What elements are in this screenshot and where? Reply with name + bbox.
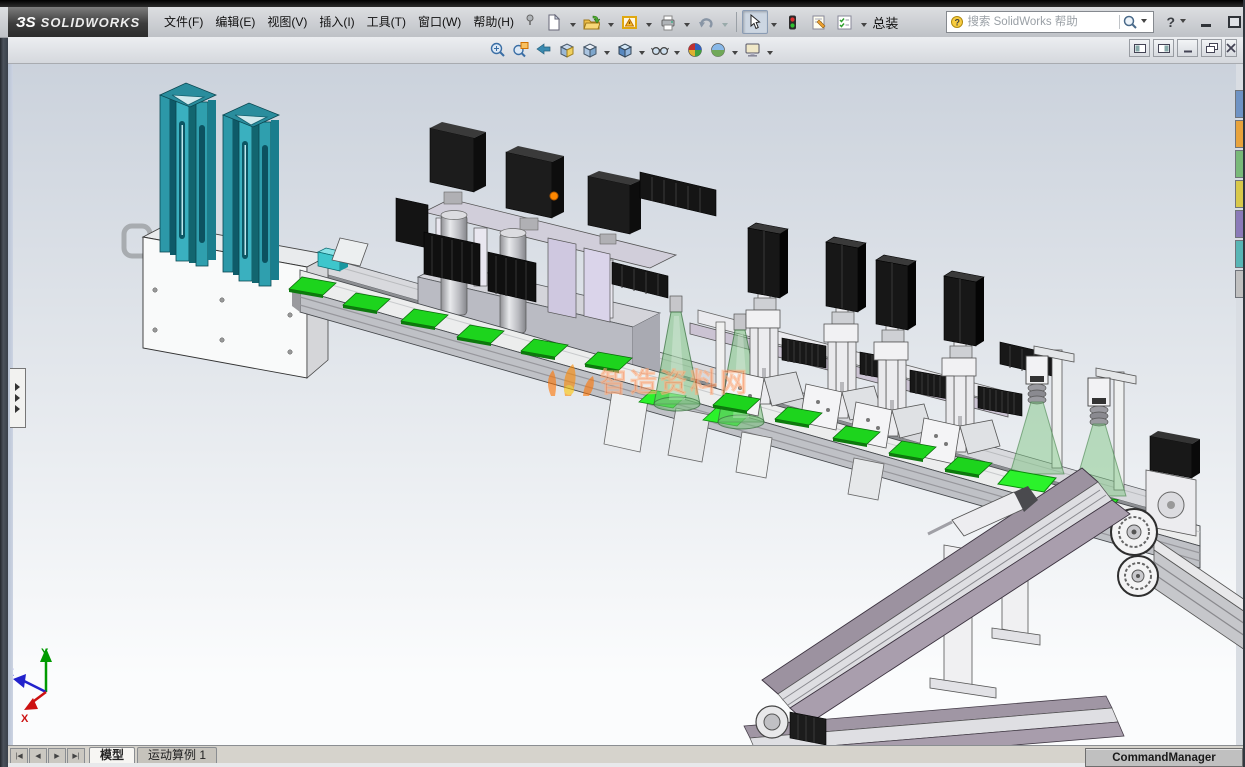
display-style-button[interactable] xyxy=(613,39,636,62)
menu-insert[interactable]: 插入(I) xyxy=(313,11,360,33)
document-window-controls xyxy=(1129,39,1237,57)
tab-nav-first[interactable]: |◀ xyxy=(10,748,28,764)
tab-model[interactable]: 模型 xyxy=(89,747,135,764)
hide-show-items-button[interactable] xyxy=(648,39,671,62)
new-document-button[interactable] xyxy=(541,10,567,34)
help-question-icon[interactable]: ? xyxy=(1166,14,1175,30)
save-button[interactable] xyxy=(617,10,643,34)
pushpin-icon[interactable] xyxy=(524,13,537,31)
feature-panel-flyout[interactable] xyxy=(10,368,26,428)
tab-nav-previous[interactable]: ◀ xyxy=(29,748,47,764)
select-button[interactable] xyxy=(742,10,768,34)
menu-bar: ЗS SOLIDWORKS 文件(F) 编辑(E) 视图(V) 插入(I) 工具… xyxy=(0,7,1245,38)
orange-knob[interactable] xyxy=(550,192,558,200)
zoom-to-area-button[interactable] xyxy=(509,39,532,62)
menu-tools[interactable]: 工具(T) xyxy=(361,11,412,33)
graphics-area[interactable]: 智造资料网 Y Z X xyxy=(0,0,1245,767)
options-button[interactable] xyxy=(832,10,858,34)
restore-button[interactable] xyxy=(1223,13,1245,31)
solidworks-window: 智造资料网 Y Z X ЗS SOLIDWORKS 文件(F) 编辑(E) 视图… xyxy=(0,0,1245,767)
toolbar-separator xyxy=(736,12,737,32)
command-manager-panel[interactable]: CommandManager xyxy=(1085,748,1243,767)
task-pane-tab-file-explorer[interactable] xyxy=(1235,150,1243,178)
feeder-tower-2[interactable] xyxy=(223,103,279,286)
task-pane-tab-design-library[interactable] xyxy=(1235,120,1243,148)
menu-file[interactable]: 文件(F) xyxy=(158,11,209,33)
previous-view-button[interactable] xyxy=(532,39,555,62)
tile-left-icon[interactable] xyxy=(1129,39,1150,57)
logo-text: SOLIDWORKS xyxy=(41,15,141,30)
logo-mark: ЗS xyxy=(16,14,36,31)
display-style-dropdown[interactable] xyxy=(639,51,645,58)
svg-text:Y: Y xyxy=(41,647,49,659)
undo-dropdown-arrow[interactable] xyxy=(722,23,728,30)
doc-minimize-icon[interactable] xyxy=(1177,39,1198,57)
file-properties-button[interactable] xyxy=(806,10,832,34)
window-top-edge xyxy=(0,0,1245,7)
select-dropdown-arrow[interactable] xyxy=(771,23,777,30)
new-dropdown-arrow[interactable] xyxy=(570,23,576,30)
tile-right-icon[interactable] xyxy=(1153,39,1174,57)
svg-text:智造资料网: 智造资料网 xyxy=(600,368,750,398)
print-button[interactable] xyxy=(655,10,681,34)
menu-window[interactable]: 窗口(W) xyxy=(412,11,467,33)
tab-motion-study[interactable]: 运动算例 1 xyxy=(137,747,217,764)
bottom-tab-bar: |◀ ◀ ▶ ▶| 模型 运动算例 1 xyxy=(8,745,1243,764)
help-balloon-icon: ? xyxy=(950,15,965,30)
print-dropdown-arrow[interactable] xyxy=(684,23,690,30)
task-pane-tab-properties[interactable] xyxy=(1235,210,1243,238)
save-dropdown-arrow[interactable] xyxy=(646,23,652,30)
tab-nav-next[interactable]: ▶ xyxy=(48,748,66,764)
help-dropdown-arrow[interactable] xyxy=(1180,19,1186,26)
feeder-tower-1[interactable] xyxy=(160,83,216,266)
task-pane-tab-appearances[interactable] xyxy=(1235,180,1243,208)
view-orientation-dropdown[interactable] xyxy=(604,51,610,58)
menu-edit[interactable]: 编辑(E) xyxy=(209,11,261,33)
tab-nav-last[interactable]: ▶| xyxy=(67,748,85,764)
view-settings-button[interactable] xyxy=(741,39,764,62)
tab-navigation: |◀ ◀ ▶ ▶| xyxy=(10,748,85,764)
section-view-button[interactable] xyxy=(555,39,578,62)
search-icon[interactable] xyxy=(1122,14,1138,30)
options-dropdown-arrow[interactable] xyxy=(861,23,867,30)
hide-show-dropdown[interactable] xyxy=(674,51,680,58)
status-bar xyxy=(8,763,1243,767)
view-settings-dropdown[interactable] xyxy=(767,51,773,58)
minimize-button[interactable] xyxy=(1195,13,1217,31)
apply-scene-dropdown[interactable] xyxy=(732,51,738,58)
doc-close-icon[interactable] xyxy=(1225,39,1237,57)
apply-scene-button[interactable] xyxy=(706,39,729,62)
search-input[interactable] xyxy=(965,15,1117,29)
task-pane-tab-more[interactable] xyxy=(1235,270,1243,298)
search-dropdown-arrow[interactable] xyxy=(1141,19,1147,26)
open-dropdown-arrow[interactable] xyxy=(608,23,614,30)
doc-restore-icon[interactable] xyxy=(1201,39,1222,57)
task-pane-tab-resources[interactable] xyxy=(1235,90,1243,118)
zoom-to-fit-button[interactable] xyxy=(486,39,509,62)
heads-up-view-toolbar xyxy=(8,37,1243,64)
undo-button[interactable] xyxy=(693,10,719,34)
svg-text:X: X xyxy=(21,713,29,725)
view-orientation-button[interactable] xyxy=(578,39,601,62)
search-box[interactable]: ? xyxy=(946,11,1154,33)
app-logo: ЗS SOLIDWORKS xyxy=(8,7,148,37)
task-pane-tabs xyxy=(1235,90,1243,298)
rebuild-traffic-light-button[interactable] xyxy=(780,10,806,34)
window-left-border xyxy=(0,0,8,767)
menu-help[interactable]: 帮助(H) xyxy=(467,11,520,33)
svg-text:?: ? xyxy=(955,17,961,27)
edit-appearance-button[interactable] xyxy=(683,39,706,62)
open-button[interactable] xyxy=(579,10,605,34)
task-pane-tab-scenes[interactable] xyxy=(1235,240,1243,268)
side-motor[interactable] xyxy=(396,198,428,248)
search-separator xyxy=(1119,15,1120,29)
menu-view[interactable]: 视图(V) xyxy=(261,11,313,33)
document-title: 总装 xyxy=(872,13,898,32)
